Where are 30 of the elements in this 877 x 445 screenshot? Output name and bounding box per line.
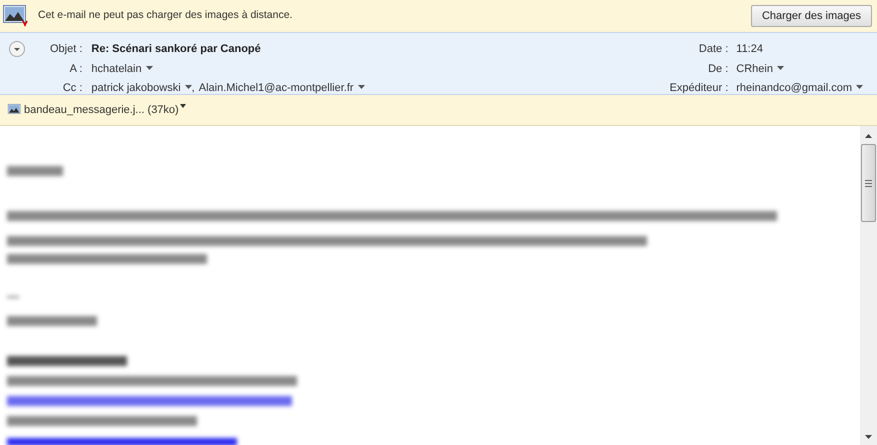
scroll-down-icon[interactable]	[865, 435, 872, 439]
notice-text: Cet e-mail ne peut pas charger des images à distance.	[38, 8, 292, 24]
image-icon	[3, 5, 29, 27]
contact-link[interactable]: Alain.Michel1@ac-montpellier.fr	[198, 80, 354, 96]
contact-link[interactable]: hchatelain	[91, 60, 142, 77]
dropdown-caret-icon[interactable]	[856, 85, 863, 90]
subject-text: Re: Scénari sankoré par Canopé	[91, 42, 262, 57]
load-images-button[interactable]: Charger des images	[750, 5, 872, 27]
scrollbar[interactable]	[860, 126, 877, 445]
dropdown-caret-icon[interactable]	[776, 66, 784, 70]
contact-link[interactable]: patrick jakobowski	[91, 80, 181, 96]
date-value: 11:24	[736, 42, 764, 57]
field-label: A :	[68, 62, 82, 76]
dropdown-caret-icon[interactable]	[146, 66, 153, 70]
field-label: Date :	[698, 42, 728, 57]
contact-link[interactable]: rheinandco@gmail.com	[736, 80, 852, 96]
field-label: Cc :	[62, 81, 82, 96]
field-label: Expéditeur :	[670, 81, 728, 96]
image-icon	[7, 104, 23, 116]
expand-toggle-icon[interactable]	[9, 41, 25, 57]
scrollbar-thumb[interactable]	[861, 144, 876, 222]
contact-link[interactable]: CRhein	[736, 60, 773, 77]
scroll-up-icon[interactable]	[865, 134, 872, 138]
dropdown-caret-icon[interactable]	[358, 85, 365, 90]
attachment-link[interactable]: bandeau_messagerie.j... (37ko)	[24, 102, 179, 118]
dropdown-caret-icon[interactable]	[184, 85, 192, 90]
field-label: De :	[707, 62, 728, 76]
dropdown-caret-icon[interactable]	[180, 104, 186, 108]
comma-separator: ,	[192, 81, 195, 96]
field-label: Objet :	[50, 42, 82, 57]
